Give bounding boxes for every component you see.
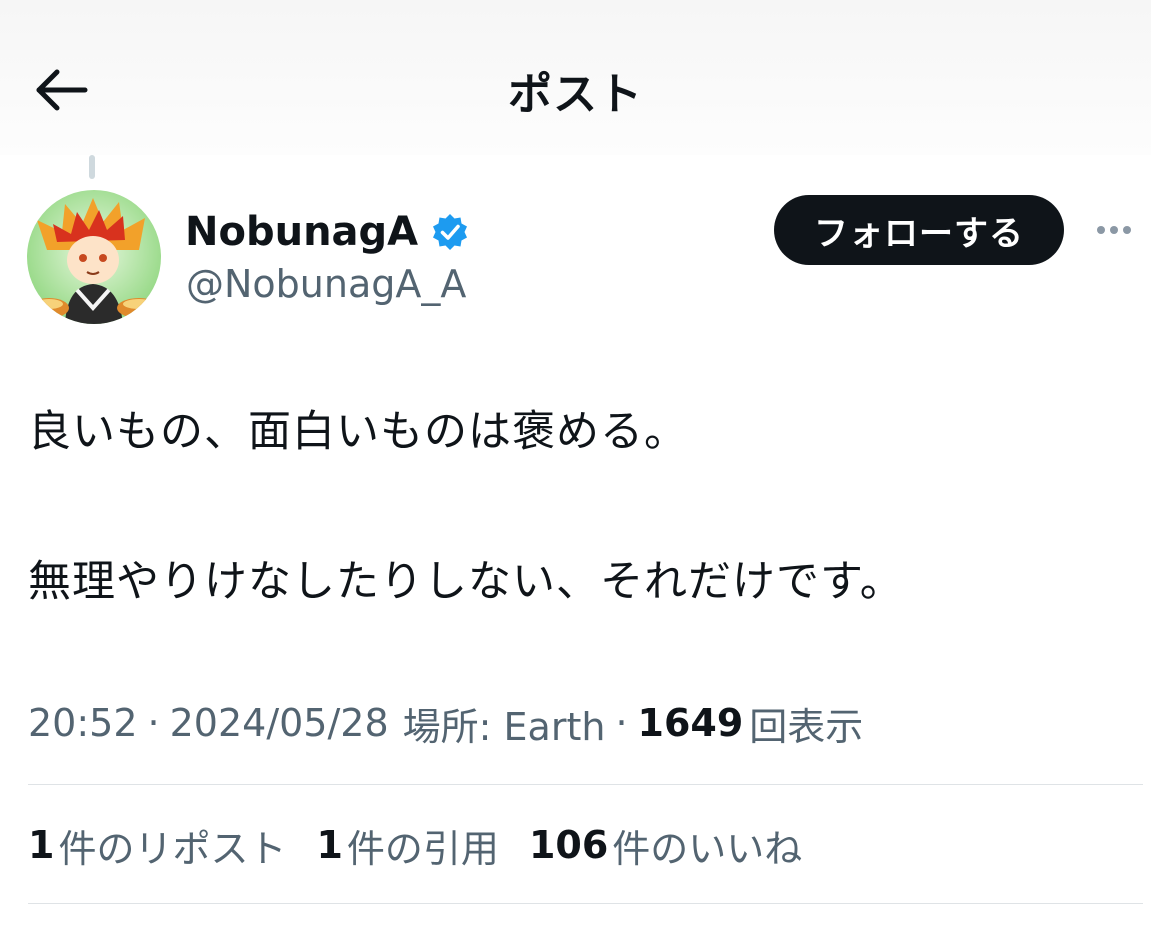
more-horizontal-icon — [1097, 226, 1105, 234]
tweet-meta: 20:52 · 2024/05/28 場所: Earth · 1649 回表示 — [28, 696, 863, 750]
meta-separator: · — [615, 701, 628, 745]
avatar-illustration — [27, 190, 161, 324]
verified-badge-icon — [430, 212, 470, 252]
tweet-date[interactable]: 2024/05/28 — [170, 701, 389, 745]
quotes-count: 1 — [316, 823, 343, 867]
views-label: 回表示 — [749, 704, 864, 749]
likes-stat[interactable]: 106 件のいいね — [529, 818, 802, 873]
tweet-location: 場所: Earth — [402, 704, 606, 749]
page-title: ポスト — [508, 69, 643, 120]
tweet-time[interactable]: 20:52 — [28, 701, 138, 745]
divider — [28, 784, 1143, 785]
quotes-label: 件の引用 — [346, 826, 499, 871]
quotes-stat[interactable]: 1 件の引用 — [316, 818, 498, 873]
engagement-stats: 1 件のリポスト 1 件の引用 106 件のいいね — [28, 818, 832, 872]
display-name[interactable]: NobunagA — [185, 209, 418, 255]
views-count: 1649 — [637, 701, 744, 745]
post-page: ポスト NobunagA @NobunagA_A フォローする 良いもの、面白い… — [0, 0, 1151, 925]
user-handle[interactable]: @NobunagA_A — [186, 262, 466, 306]
header-bar: ポスト — [0, 0, 1151, 155]
more-horizontal-icon — [1110, 226, 1118, 234]
more-options-button[interactable] — [1090, 212, 1138, 248]
divider — [28, 903, 1143, 904]
avatar[interactable] — [27, 190, 161, 324]
thread-connector — [89, 155, 95, 179]
reposts-count: 1 — [28, 823, 55, 867]
tweet-text-line: 無理やりけなしたりしない、それだけです。 — [28, 557, 904, 607]
more-horizontal-icon — [1123, 226, 1131, 234]
tweet-text-line: 良いもの、面白いものは褒める。 — [28, 407, 688, 457]
reposts-stat[interactable]: 1 件のリポスト — [28, 818, 286, 873]
follow-button[interactable]: フォローする — [774, 195, 1064, 265]
author-name-row[interactable]: NobunagA — [185, 205, 470, 259]
likes-label: 件のいいね — [612, 826, 803, 871]
reposts-label: 件のリポスト — [58, 826, 287, 871]
likes-count: 106 — [528, 823, 609, 867]
meta-separator: · — [147, 701, 160, 745]
